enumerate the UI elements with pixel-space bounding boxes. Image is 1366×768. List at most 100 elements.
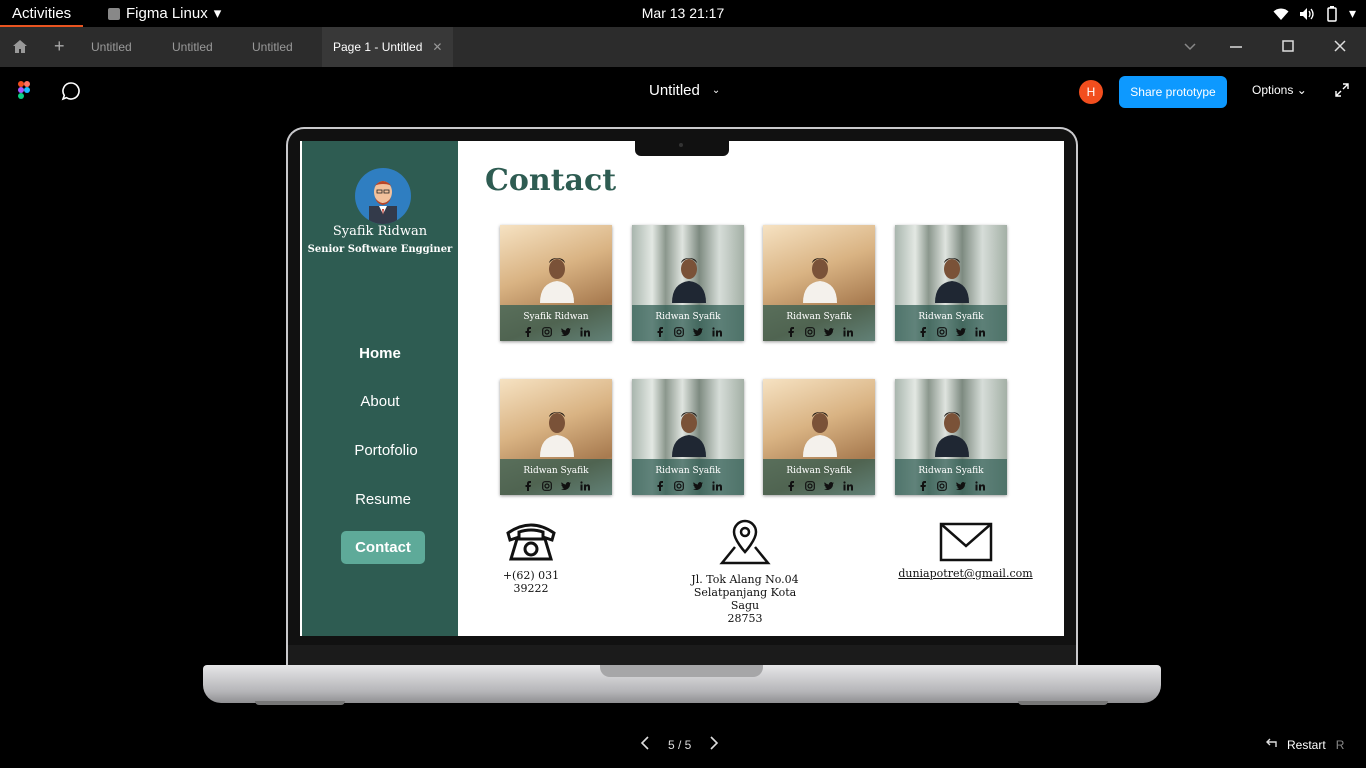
nav-about[interactable]: About: [302, 393, 458, 410]
facebook-icon[interactable]: [655, 327, 665, 337]
nav-contact[interactable]: Contact: [341, 531, 425, 564]
nav-home[interactable]: Home: [302, 345, 458, 362]
tab-label: Untitled: [252, 40, 293, 54]
facebook-icon[interactable]: [918, 481, 928, 491]
share-prototype-button[interactable]: Share prototype: [1119, 76, 1227, 108]
restart-button[interactable]: Restart R: [1265, 737, 1344, 752]
camera-dot: [679, 143, 683, 147]
social-links: [895, 327, 1007, 337]
app-menu[interactable]: Figma Linux ▾: [108, 0, 221, 27]
caret-down-icon: ▾: [213, 5, 222, 22]
team-card[interactable]: Ridwan Syafik: [895, 379, 1007, 495]
team-card[interactable]: Ridwan Syafik: [632, 225, 744, 341]
close-tab-icon[interactable]: ✕: [432, 40, 442, 54]
tab-untitled-1[interactable]: Untitled: [80, 27, 143, 67]
team-card[interactable]: Syafik Ridwan: [500, 225, 612, 341]
phone-contact: +(62) 031 39222: [486, 519, 576, 595]
linkedin-icon[interactable]: [974, 327, 985, 337]
email-contact: duniapotret@gmail.com: [898, 521, 1033, 580]
document-title[interactable]: Untitled ⌄: [649, 82, 720, 99]
twitter-icon[interactable]: [692, 327, 703, 337]
instagram-icon[interactable]: [936, 327, 947, 337]
options-menu[interactable]: Options ⌄: [1252, 83, 1307, 97]
instagram-icon[interactable]: [804, 481, 815, 491]
twitter-icon[interactable]: [823, 327, 834, 337]
linkedin-icon[interactable]: [711, 481, 722, 491]
facebook-icon[interactable]: [655, 481, 665, 491]
laptop-foot: [1018, 701, 1108, 705]
tab-page-1-untitled[interactable]: Page 1 - Untitled ✕: [322, 27, 454, 67]
minimize-icon[interactable]: [1230, 39, 1242, 56]
next-frame-arrow-icon[interactable]: [709, 736, 719, 753]
address-line: Selatpanjang Kota Sagu: [693, 586, 797, 612]
instagram-icon[interactable]: [936, 481, 947, 491]
system-tray[interactable]: ▾: [1273, 0, 1356, 27]
person-figure: [935, 412, 969, 457]
previous-frame-arrow-icon[interactable]: [640, 736, 650, 753]
user-avatar[interactable]: H: [1079, 80, 1103, 104]
facebook-icon[interactable]: [523, 481, 533, 491]
team-card[interactable]: Ridwan Syafik: [500, 379, 612, 495]
person-figure: [803, 258, 837, 303]
app-name: Figma Linux: [126, 5, 208, 22]
twitter-icon[interactable]: [560, 327, 571, 337]
person-figure: [935, 258, 969, 303]
social-links: [895, 481, 1007, 491]
team-card[interactable]: Ridwan Syafik: [632, 379, 744, 495]
nav-resume[interactable]: Resume: [302, 491, 458, 508]
laptop-hinge-notch: [600, 665, 763, 677]
portfolio-sidebar: Syafik Ridwan Senior Software Engginer H…: [302, 141, 458, 636]
linkedin-icon[interactable]: [842, 481, 853, 491]
comment-icon[interactable]: [61, 81, 81, 106]
system-top-bar: Activities Figma Linux ▾ Mar 13 21:17 ▾: [0, 0, 1366, 27]
address-contact: Jl. Tok Alang No.04 Selatpanjang Kota Sa…: [680, 519, 810, 625]
profile-name: Syafik Ridwan: [332, 224, 428, 239]
card-member-name: Ridwan Syafik: [523, 466, 589, 476]
twitter-icon[interactable]: [560, 481, 571, 491]
tab-untitled-2[interactable]: Untitled: [161, 27, 224, 67]
email-link[interactable]: duniapotret@gmail.com: [898, 567, 1033, 580]
figma-logo-icon[interactable]: [18, 81, 30, 104]
person-figure: [672, 258, 706, 303]
linkedin-icon[interactable]: [974, 481, 985, 491]
page-title: Contact: [485, 163, 617, 198]
restart-label: Restart: [1287, 737, 1326, 752]
linkedin-icon[interactable]: [579, 481, 590, 491]
facebook-icon[interactable]: [786, 327, 796, 337]
linkedin-icon[interactable]: [842, 327, 853, 337]
linkedin-icon[interactable]: [711, 327, 722, 337]
tab-untitled-3[interactable]: Untitled: [241, 27, 304, 67]
nav-portofolio[interactable]: Portofolio: [302, 442, 458, 459]
facebook-icon[interactable]: [786, 481, 796, 491]
instagram-icon[interactable]: [673, 327, 684, 337]
address-line: Jl. Tok Alang No.04: [691, 573, 799, 586]
home-icon[interactable]: [12, 39, 28, 57]
activities-button[interactable]: Activities: [0, 0, 84, 27]
maximize-icon[interactable]: [1282, 39, 1294, 56]
twitter-icon[interactable]: [955, 481, 966, 491]
prototype-page-nav: 5 / 5: [640, 736, 719, 753]
chevron-down-icon[interactable]: [1184, 39, 1196, 56]
laptop-foot: [255, 701, 345, 705]
linkedin-icon[interactable]: [579, 327, 590, 337]
instagram-icon[interactable]: [541, 481, 552, 491]
prototype-frame[interactable]: Syafik Ridwan Senior Software Engginer H…: [300, 141, 1064, 636]
twitter-icon[interactable]: [692, 481, 703, 491]
instagram-icon[interactable]: [673, 481, 684, 491]
twitter-icon[interactable]: [955, 327, 966, 337]
team-card[interactable]: Ridwan Syafik: [763, 225, 875, 341]
fullscreen-expand-icon[interactable]: [1335, 83, 1349, 102]
facebook-icon[interactable]: [523, 327, 533, 337]
instagram-icon[interactable]: [804, 327, 815, 337]
team-card[interactable]: Ridwan Syafik: [895, 225, 1007, 341]
card-member-name: Ridwan Syafik: [918, 466, 984, 476]
location-pin-icon: [680, 519, 810, 573]
close-window-icon[interactable]: [1334, 39, 1346, 56]
facebook-icon[interactable]: [918, 327, 928, 337]
new-tab-plus-icon[interactable]: +: [54, 36, 65, 57]
team-card[interactable]: Ridwan Syafik: [763, 379, 875, 495]
social-links: [500, 327, 612, 337]
instagram-icon[interactable]: [541, 327, 552, 337]
twitter-icon[interactable]: [823, 481, 834, 491]
card-member-name: Ridwan Syafik: [655, 312, 721, 322]
